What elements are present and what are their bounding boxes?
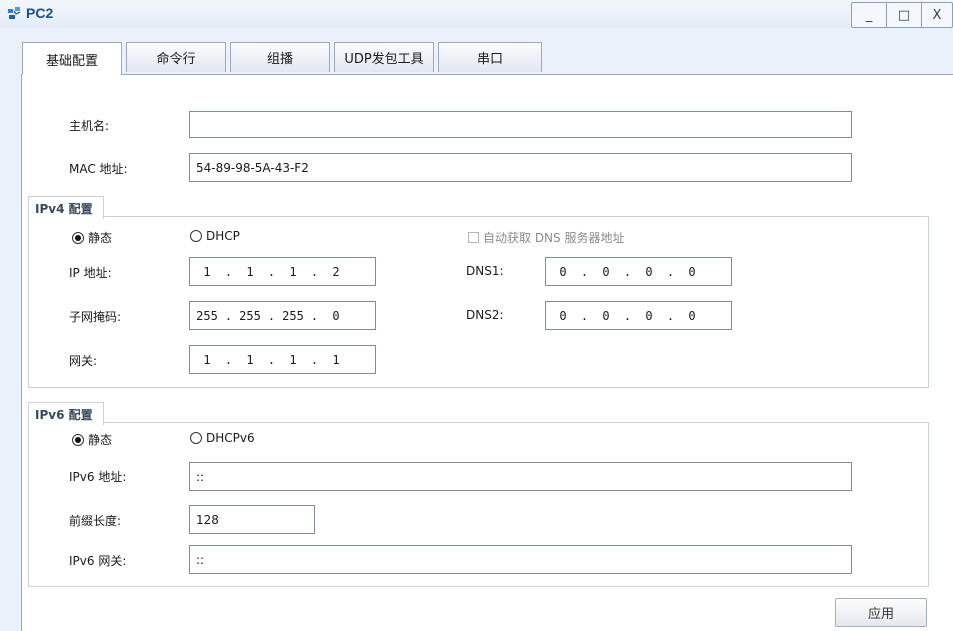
auto-dns-checkbox[interactable]: 自动获取 DNS 服务器地址	[468, 229, 624, 246]
ip-octet: 0	[602, 264, 610, 279]
mac-label: MAC 地址:	[69, 162, 128, 176]
hostname-label: 主机名:	[69, 119, 110, 133]
window-title: PC2	[26, 5, 54, 21]
dns2-label: DNS2:	[466, 308, 504, 322]
ip-octet: 255	[239, 308, 261, 323]
ip-octet: 0	[332, 308, 340, 323]
mac-input[interactable]: 54-89-98-5A-43-F2	[189, 153, 852, 182]
tab-multicast[interactable]: 组播	[230, 42, 330, 72]
radio-empty-icon	[190, 230, 202, 242]
pc-app-icon	[8, 7, 21, 19]
ip-octet: 0	[645, 308, 653, 323]
ip-octet: 1	[203, 264, 211, 279]
ipv6-address-label: IPv6 地址:	[69, 470, 127, 484]
ip-octet: 0	[688, 264, 696, 279]
ip-octet: 1	[203, 352, 211, 367]
dns1-input[interactable]: 0. 0. 0. 0	[545, 257, 732, 286]
minimize-button[interactable]: _	[852, 3, 887, 27]
ip-octet: 0	[559, 264, 567, 279]
ipv4-static-label: 静态	[88, 231, 113, 245]
ipv6-static-radio[interactable]: 静态	[72, 431, 112, 448]
ipv4-dhcp-label: DHCP	[206, 229, 240, 243]
ip-octet: 255	[196, 308, 218, 323]
tab-basic-config[interactable]: 基础配置	[22, 42, 122, 75]
ipv6-dhcp-label: DHCPv6	[206, 431, 255, 445]
ipv4-group-title: IPv4 配置	[28, 196, 104, 219]
tab-udp-tool[interactable]: UDP发包工具	[334, 42, 434, 72]
apply-button[interactable]: 应用	[835, 598, 927, 627]
ip-octet: 0	[602, 308, 610, 323]
ip-octet: 1	[246, 352, 254, 367]
ipv6-gateway-label: IPv6 网关:	[69, 554, 127, 568]
ip-label: IP 地址:	[69, 266, 112, 280]
ip-address-input[interactable]: 1. 1. 1. 2	[189, 257, 376, 286]
ip-octet: 1	[289, 264, 297, 279]
ip-octet: 1	[332, 352, 340, 367]
ipv6-dhcp-radio[interactable]: DHCPv6	[190, 431, 255, 445]
ip-octet: 1	[289, 352, 297, 367]
gateway-label: 网关:	[69, 354, 98, 368]
ipv6-gateway-input[interactable]: ::	[189, 545, 852, 574]
ip-octet: 1	[246, 264, 254, 279]
dns2-input[interactable]: 0. 0. 0. 0	[545, 301, 732, 330]
prefix-length-input[interactable]: 128	[189, 505, 315, 534]
ip-octet: 2	[332, 264, 340, 279]
auto-dns-label: 自动获取 DNS 服务器地址	[483, 231, 625, 245]
tab-serial[interactable]: 串口	[438, 42, 542, 72]
subnet-mask-input[interactable]: 255. 255. 255. 0	[189, 301, 376, 330]
ipv4-dhcp-radio[interactable]: DHCP	[190, 229, 240, 243]
ip-octet: 0	[645, 264, 653, 279]
hostname-input[interactable]	[189, 111, 852, 138]
ipv4-static-radio[interactable]: 静态	[72, 229, 112, 246]
maximize-button[interactable]: □	[887, 3, 922, 27]
ip-octet: 0	[688, 308, 696, 323]
title-bar: PC2 _ □ X	[0, 0, 953, 28]
gateway-input[interactable]: 1. 1. 1. 1	[189, 345, 376, 374]
dns1-label: DNS1:	[466, 264, 504, 278]
mask-label: 子网掩码:	[69, 310, 122, 324]
ip-octet: 0	[559, 308, 567, 323]
ip-octet: 255	[282, 308, 304, 323]
radio-selected-icon	[72, 231, 84, 244]
ipv6-group-title: IPv6 配置	[28, 402, 104, 425]
ipv6-address-input[interactable]: ::	[189, 462, 852, 491]
radio-empty-icon	[190, 432, 202, 444]
window-controls: _ □ X	[851, 2, 953, 28]
tab-command-line[interactable]: 命令行	[126, 42, 226, 72]
ipv6-static-label: 静态	[88, 433, 113, 447]
prefix-length-label: 前缀长度:	[69, 514, 122, 528]
checkbox-icon	[468, 232, 479, 243]
close-button[interactable]: X	[922, 3, 952, 27]
radio-selected-icon	[72, 433, 84, 446]
